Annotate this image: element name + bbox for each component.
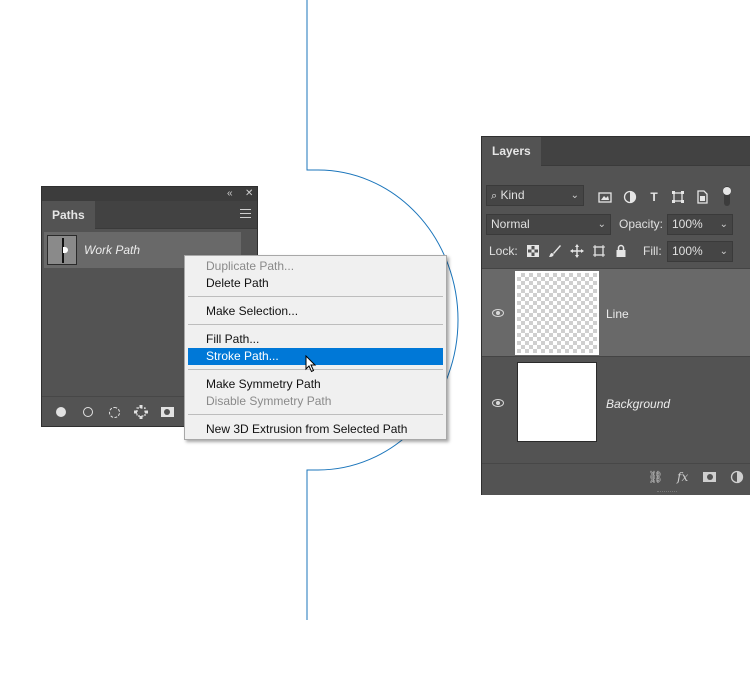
blend-mode-value: Normal <box>491 217 530 231</box>
layer-row-background[interactable]: Background <box>482 356 750 445</box>
lock-transparent-pixels-icon[interactable] <box>526 244 540 258</box>
layer-name: Line <box>606 307 629 321</box>
panel-resize-grip[interactable] <box>657 491 677 493</box>
path-name: Work Path <box>84 243 141 257</box>
add-mask-icon[interactable] <box>161 407 174 417</box>
layers-tab-row: Layers <box>482 137 750 166</box>
lock-image-pixels-icon[interactable] <box>548 244 562 258</box>
opacity-input[interactable]: 100% ⌄ <box>667 214 733 235</box>
menu-separator <box>188 414 443 415</box>
panel-title-bar[interactable]: « ✕ <box>42 187 257 201</box>
lock-all-icon[interactable] <box>614 244 628 258</box>
filter-kind-select[interactable]: ⌕ Kind ⌄ <box>486 185 584 206</box>
smart-object-filter-icon[interactable] <box>695 190 709 204</box>
filter-toggle-icon[interactable] <box>720 185 734 207</box>
menu-item-new-3d-extrusion[interactable]: New 3D Extrusion from Selected Path <box>188 421 443 438</box>
visibility-eye-icon[interactable] <box>492 399 504 407</box>
blend-mode-select[interactable]: Normal ⌄ <box>486 214 611 235</box>
fill-value: 100% <box>672 244 703 258</box>
fill-path-icon[interactable] <box>56 407 66 417</box>
layer-row-line[interactable]: Line <box>482 268 750 356</box>
panel-menu-icon[interactable] <box>240 209 251 218</box>
filter-kind-value: Kind <box>500 188 525 202</box>
mouse-cursor-icon <box>305 355 317 373</box>
lock-label: Lock: <box>489 244 518 258</box>
layer-thumbnail <box>515 271 599 355</box>
menu-item-disable-symmetry-path[interactable]: Disable Symmetry Path <box>188 393 443 410</box>
type-layer-filter-icon[interactable]: T <box>647 190 661 204</box>
make-work-path-icon[interactable] <box>134 405 148 419</box>
chevron-down-icon: ⌄ <box>719 219 728 230</box>
menu-separator <box>188 324 443 325</box>
load-selection-icon[interactable] <box>109 407 120 418</box>
layer-thumbnail <box>517 362 597 442</box>
pixel-layer-filter-icon[interactable] <box>598 190 612 204</box>
menu-item-make-selection[interactable]: Make Selection... <box>188 303 443 320</box>
tab-layers[interactable]: Layers <box>482 137 541 166</box>
menu-item-duplicate-path[interactable]: Duplicate Path... <box>188 258 443 275</box>
path-thumbnail <box>47 235 77 265</box>
menu-item-delete-path[interactable]: Delete Path <box>188 275 443 292</box>
visibility-eye-icon[interactable] <box>492 309 504 317</box>
opacity-label: Opacity: <box>619 217 664 231</box>
close-icon[interactable]: ✕ <box>245 187 253 201</box>
chevron-down-icon: ⌄ <box>719 246 728 257</box>
paths-context-menu: Duplicate Path... Delete Path Make Selec… <box>184 255 447 440</box>
layers-panel: Layers ⌕ Kind ⌄ T Normal ⌄ Opacity: 100%… <box>481 136 750 495</box>
shape-layer-filter-icon[interactable] <box>671 190 685 204</box>
stroke-path-icon[interactable] <box>83 407 93 417</box>
layer-name: Background <box>606 397 671 411</box>
menu-item-fill-path[interactable]: Fill Path... <box>188 331 443 348</box>
tab-paths[interactable]: Paths <box>42 201 95 229</box>
paths-tab-row: Paths <box>42 201 257 229</box>
lock-position-icon[interactable] <box>570 244 584 258</box>
menu-separator <box>188 296 443 297</box>
layers-footer: ⛓ fx <box>482 463 750 489</box>
chevron-down-icon: ⌄ <box>570 190 579 201</box>
link-icon[interactable]: ⛓ <box>648 470 663 484</box>
chevron-down-icon: ⌄ <box>597 219 606 230</box>
adjustment-layer-filter-icon[interactable] <box>623 190 637 204</box>
add-mask-icon[interactable] <box>703 472 716 482</box>
opacity-value: 100% <box>672 217 703 231</box>
fill-label: Fill: <box>643 244 662 258</box>
fill-input[interactable]: 100% ⌄ <box>667 241 733 262</box>
adjustment-icon[interactable] <box>730 470 744 484</box>
lock-artboard-icon[interactable] <box>592 244 606 258</box>
fx-icon[interactable]: fx <box>677 470 688 484</box>
search-icon: ⌕ <box>491 190 498 202</box>
collapse-icon[interactable]: « <box>227 187 233 201</box>
menu-item-make-symmetry-path[interactable]: Make Symmetry Path <box>188 376 443 393</box>
